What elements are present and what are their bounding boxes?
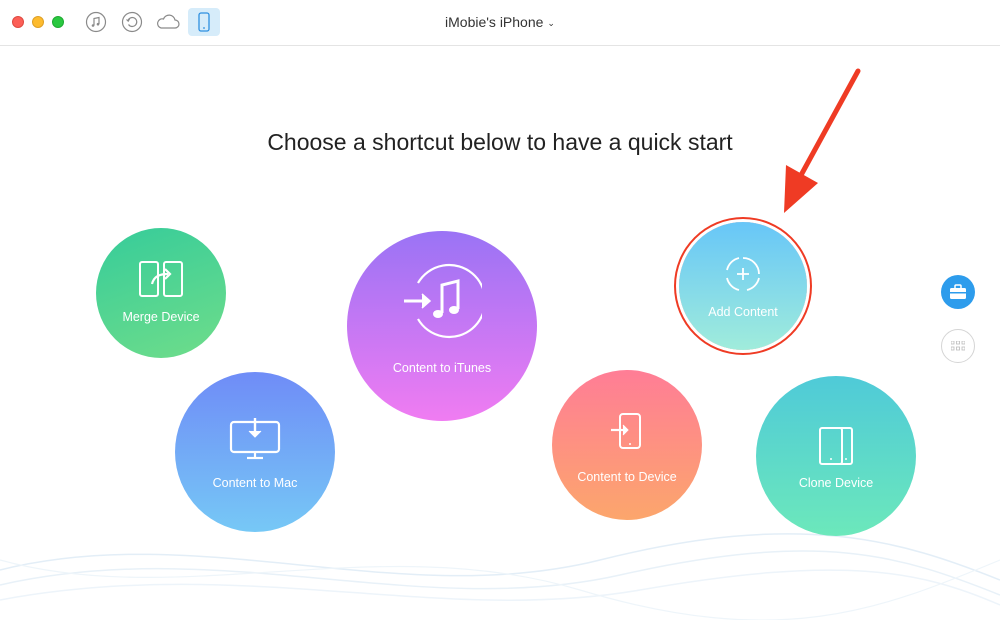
clone-device-icon — [819, 427, 853, 465]
add-content-icon — [726, 257, 760, 291]
add-content-label: Add Content — [708, 305, 778, 319]
merge-device-icon — [139, 261, 183, 297]
clone-device-label: Clone Device — [798, 476, 874, 490]
app-grid-button[interactable] — [941, 329, 975, 363]
content-to-device-label: Content to Device — [577, 470, 677, 484]
content-to-mac-label: Content to Mac — [212, 476, 298, 490]
device-selector[interactable]: iMobie's iPhone ⌄ — [0, 14, 1000, 30]
device-name: iMobie's iPhone — [445, 14, 544, 30]
content-to-itunes-label: Content to iTunes — [392, 361, 492, 375]
content-to-mac-button[interactable]: Content to Mac — [175, 372, 335, 532]
device-transfer-icon — [611, 413, 641, 449]
clone-device-button[interactable]: Clone Device — [756, 376, 916, 536]
merge-device-label: Merge Device — [122, 310, 200, 324]
add-content-button[interactable]: Add Content — [679, 222, 807, 350]
chevron-down-icon: ⌄ — [547, 17, 555, 28]
toolkit-button[interactable] — [941, 275, 975, 309]
main-area: Choose a shortcut below to have a quick … — [0, 47, 1000, 620]
title-bar: iMobie's iPhone ⌄ — [0, 0, 1000, 46]
grid-icon — [951, 341, 965, 351]
mac-download-icon — [229, 418, 281, 460]
content-to-itunes-button[interactable]: Content to iTunes — [347, 231, 537, 421]
content-to-device-button[interactable]: Content to Device — [552, 370, 702, 520]
merge-device-button[interactable]: Merge Device — [96, 228, 226, 358]
itunes-transfer-icon — [404, 263, 482, 339]
red-arrow-annotation — [784, 68, 861, 213]
toolkit-icon — [950, 284, 966, 299]
